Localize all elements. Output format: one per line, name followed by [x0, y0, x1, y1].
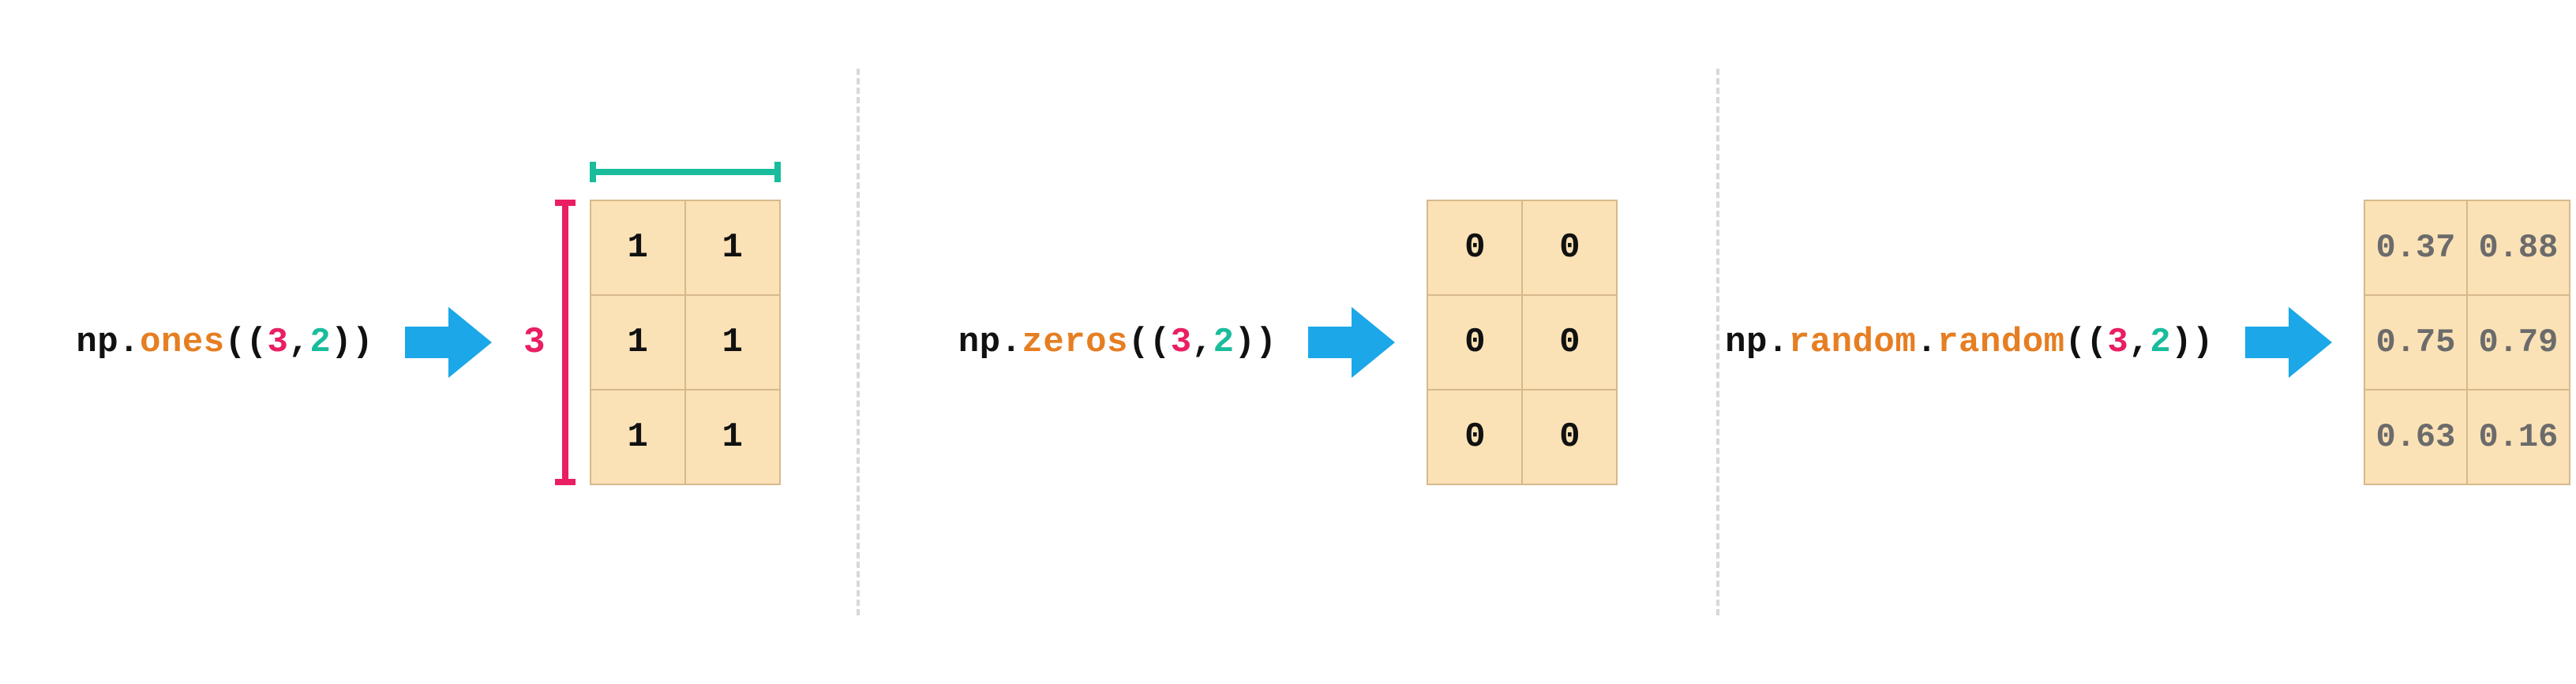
token-paren-open: (( — [2065, 323, 2108, 362]
table-row: 1 1 — [591, 295, 780, 390]
cell: 0 — [1427, 390, 1522, 484]
cell: 0.16 — [2467, 390, 2570, 484]
panel-random: np.random.random((3,2)) 0.37 0.88 0.75 0… — [1719, 0, 2576, 684]
row-bracket-icon — [555, 200, 576, 485]
table-row: 0 0 — [1427, 295, 1617, 390]
cell: 1 — [685, 295, 780, 390]
arrow-icon — [2245, 307, 2332, 378]
cell: 0 — [1427, 200, 1522, 295]
table-row: 0.63 0.16 — [2364, 390, 2570, 484]
code-random: np.random.random((3,2)) — [1725, 323, 2214, 362]
arrow-icon — [405, 307, 492, 378]
token-rows: 3 — [2107, 323, 2128, 362]
cell: 0 — [1522, 295, 1617, 390]
arrow-icon — [1308, 307, 1395, 378]
table-row: 0 0 — [1427, 200, 1617, 295]
token-module-random: random — [1789, 323, 1916, 362]
cell: 0 — [1522, 200, 1617, 295]
cell: 0.75 — [2364, 295, 2467, 390]
cell: 1 — [685, 200, 780, 295]
token-rows: 3 — [268, 323, 289, 362]
token-np: np — [958, 323, 1001, 362]
token-func-zeros: zeros — [1022, 323, 1128, 362]
cell: 0 — [1522, 390, 1617, 484]
matrix-zeros: 0 0 0 0 0 0 — [1427, 200, 1618, 485]
token-dot: . — [1001, 323, 1022, 362]
token-comma: , — [288, 323, 309, 362]
matrix-random: 0.37 0.88 0.75 0.79 0.63 0.16 — [2364, 200, 2570, 485]
table-row: 0.75 0.79 — [2364, 295, 2570, 390]
code-zeros: np.zeros((3,2)) — [958, 323, 1277, 362]
token-dot: . — [1916, 323, 1937, 362]
table-row: 1 1 — [591, 200, 780, 295]
panel-ones: np.ones((3,2)) 3 1 1 1 1 1 1 — [0, 0, 857, 684]
token-cols: 2 — [309, 323, 331, 362]
cell: 0.88 — [2467, 200, 2570, 295]
token-paren-close: )) — [331, 323, 373, 362]
matrix-ones-wrap: 3 1 1 1 1 1 1 — [523, 200, 781, 485]
token-func-ones: ones — [140, 323, 225, 362]
code-ones: np.ones((3,2)) — [76, 323, 373, 362]
col-bracket-icon — [590, 162, 781, 182]
token-paren-open: (( — [225, 323, 268, 362]
matrix-ones: 1 1 1 1 1 1 — [590, 200, 781, 485]
token-comma: , — [2128, 323, 2150, 362]
token-cols: 2 — [1213, 323, 1235, 362]
cell: 0.37 — [2364, 200, 2467, 295]
table-row: 0.37 0.88 — [2364, 200, 2570, 295]
token-dot: . — [118, 323, 140, 362]
cell: 1 — [685, 390, 780, 484]
token-dot: . — [1768, 323, 1789, 362]
panel-zeros: np.zeros((3,2)) 0 0 0 0 0 0 — [860, 0, 1716, 684]
table-row: 1 1 — [591, 390, 780, 484]
row-dim-label: 3 — [523, 322, 546, 363]
token-cols: 2 — [2150, 323, 2171, 362]
token-comma: , — [1192, 323, 1213, 362]
token-np: np — [76, 323, 118, 362]
cell: 1 — [591, 200, 685, 295]
token-rows: 3 — [1171, 323, 1192, 362]
token-paren-open: (( — [1128, 323, 1171, 362]
cell: 1 — [591, 390, 685, 484]
cell: 0.79 — [2467, 295, 2570, 390]
cell: 1 — [591, 295, 685, 390]
cell: 0.63 — [2364, 390, 2467, 484]
token-paren-close: )) — [2171, 323, 2214, 362]
cell: 0 — [1427, 295, 1522, 390]
token-paren-close: )) — [1234, 323, 1277, 362]
token-np: np — [1725, 323, 1768, 362]
token-func-random: random — [1937, 323, 2064, 362]
table-row: 0 0 — [1427, 390, 1617, 484]
